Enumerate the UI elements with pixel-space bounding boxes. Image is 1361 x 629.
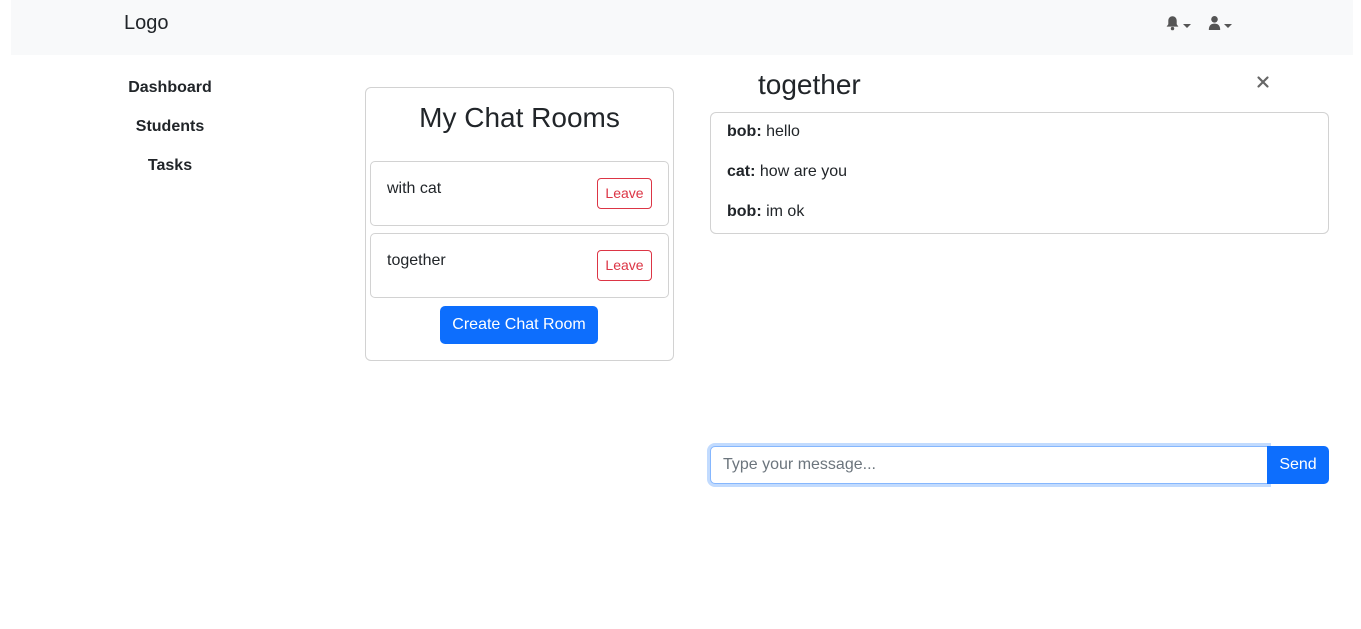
message-input[interactable] [710,446,1268,484]
sidebar-item-students[interactable]: Students [60,109,280,148]
send-button[interactable]: Send [1267,446,1329,484]
top-navbar: Logo [11,0,1353,55]
chat-room-title: together [758,69,861,100]
chat-rooms-card: My Chat Rooms with cat Leave together Le… [365,87,674,361]
chat-room-name[interactable]: together [387,252,446,270]
message-list: bob: hello cat: how are you bob: im ok [710,112,1329,234]
create-chat-room-button[interactable]: Create Chat Room [440,306,598,344]
message-text: im ok [761,203,805,220]
chat-message: bob: hello [727,123,800,141]
chevron-down-icon [1183,23,1191,28]
close-chat-button[interactable] [1253,72,1273,92]
user-icon [1208,15,1221,36]
notifications-dropdown[interactable] [1165,15,1191,35]
message-text: hello [761,123,800,140]
sidebar-item-tasks[interactable]: Tasks [60,148,280,187]
close-icon [1253,76,1273,96]
chat-room-item[interactable]: together Leave [370,233,669,298]
chat-rooms-title: My Chat Rooms [419,102,620,133]
user-dropdown[interactable] [1208,15,1232,35]
chevron-down-icon [1224,23,1232,28]
chat-message: cat: how are you [727,163,847,181]
logo[interactable]: Logo [124,12,169,35]
message-text: how are you [755,163,848,180]
sidebar: Dashboard Students Tasks [60,70,280,187]
bell-icon [1165,15,1180,36]
message-sender: bob: [727,203,762,220]
sidebar-item-dashboard[interactable]: Dashboard [60,70,280,109]
chat-message: bob: im ok [727,203,804,221]
chat-room-item[interactable]: with cat Leave [370,161,669,226]
chat-room-name[interactable]: with cat [387,180,441,198]
leave-room-button[interactable]: Leave [597,250,652,281]
message-sender: bob: [727,123,762,140]
message-sender: cat: [727,163,756,180]
leave-room-button[interactable]: Leave [597,178,652,209]
